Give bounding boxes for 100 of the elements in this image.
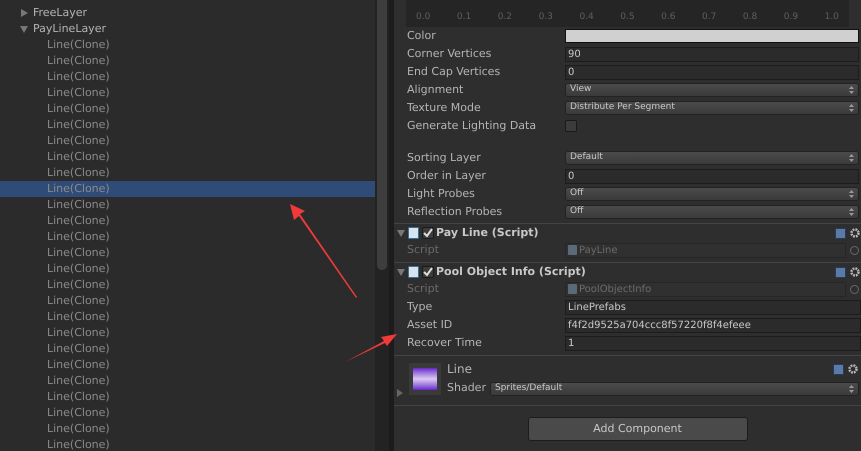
input-field[interactable]: 0: [565, 168, 859, 184]
tree-item[interactable]: Line(Clone): [0, 357, 375, 373]
input-field[interactable]: 0: [565, 64, 859, 80]
input-field[interactable]: 1: [565, 336, 861, 350]
tree-item[interactable]: Line(Clone): [0, 229, 375, 245]
axis-tick-label: 0.3: [538, 10, 553, 24]
help-icon[interactable]: [835, 228, 846, 238]
axis-tick-label: 1.0: [824, 10, 839, 24]
updown-arrow-icon: [849, 384, 854, 392]
scrollbar-thumb[interactable]: [377, 0, 387, 270]
dropdown[interactable]: View: [565, 83, 859, 97]
dropdown[interactable]: Off: [565, 187, 859, 201]
axis-tick-label: 0.8: [742, 10, 758, 24]
color-swatch[interactable]: [565, 29, 859, 43]
settings-icon[interactable]: [850, 267, 860, 277]
property-label: End Cap Vertices: [406, 64, 502, 80]
script-icon: [408, 266, 419, 278]
tree-item[interactable]: Line(Clone): [0, 245, 375, 261]
add-component-button[interactable]: Add Component: [528, 417, 748, 441]
tree-item[interactable]: Line(Clone): [0, 181, 375, 197]
material-preview: [409, 362, 441, 394]
tree-item[interactable]: Line(Clone): [0, 341, 375, 357]
tree-item[interactable]: FreeLayer: [0, 5, 375, 21]
tree-item[interactable]: Line(Clone): [0, 309, 375, 325]
axis-tick-label: 0.7: [702, 10, 716, 24]
checkbox[interactable]: [565, 120, 577, 132]
collapsed-triangle-icon[interactable]: [20, 9, 28, 17]
tree-item[interactable]: Line(Clone): [0, 213, 375, 229]
tree-item[interactable]: Line(Clone): [0, 293, 375, 309]
updown-arrow-icon: [849, 104, 854, 112]
dropdown[interactable]: Off: [565, 205, 859, 219]
dropdown[interactable]: Distribute Per Segment: [565, 101, 859, 115]
axis-tick-label: 0.0: [416, 10, 430, 24]
tree-item[interactable]: Line(Clone): [0, 101, 375, 117]
dropdown[interactable]: Default: [565, 151, 859, 165]
updown-arrow-icon: [849, 154, 854, 162]
expanded-triangle-icon[interactable]: [397, 229, 405, 237]
property-label: Corner Vertices: [406, 46, 492, 62]
property-label: Recover Time: [406, 334, 483, 351]
input-field[interactable]: 90: [565, 46, 859, 62]
script-file-icon: [568, 245, 577, 255]
object-picker-icon[interactable]: [850, 246, 859, 254]
property-label: Script: [406, 242, 440, 258]
script-file-icon: [568, 284, 577, 294]
property-label: Light Probes: [406, 186, 476, 202]
tree-item[interactable]: Line(Clone): [0, 53, 375, 69]
tree-item[interactable]: Line(Clone): [0, 197, 375, 213]
tree-item[interactable]: Line(Clone): [0, 389, 375, 405]
material-name: Line: [447, 361, 474, 378]
updown-arrow-icon: [849, 86, 854, 94]
axis-tick-label: 0.1: [456, 10, 472, 24]
property-label: Texture Mode: [406, 100, 482, 116]
updown-arrow-icon: [849, 190, 854, 198]
help-icon[interactable]: [833, 364, 844, 375]
property-label: Asset ID: [406, 316, 454, 333]
property-label: Order in Layer: [406, 168, 487, 184]
property-label: Color: [406, 28, 437, 44]
tree-item[interactable]: Line(Clone): [0, 165, 375, 181]
tree-item[interactable]: PayLineLayer: [0, 21, 375, 37]
shader-label: Shader: [447, 380, 486, 396]
component-title: Pay Line (Script): [436, 224, 540, 241]
axis-tick-label: 0.4: [579, 10, 594, 24]
property-label: Alignment: [406, 82, 464, 98]
tree-item[interactable]: Line(Clone): [0, 405, 375, 421]
tree-item[interactable]: Line(Clone): [0, 421, 375, 437]
tree-item[interactable]: Line(Clone): [0, 261, 375, 277]
enable-checkbox[interactable]: [422, 227, 434, 239]
property-label: Reflection Probes: [406, 204, 504, 220]
tree-item[interactable]: Line(Clone): [0, 37, 375, 53]
enable-checkbox[interactable]: [422, 266, 434, 278]
tree-item[interactable]: Line(Clone): [0, 277, 375, 293]
tree-item[interactable]: Line(Clone): [0, 85, 375, 101]
collapsed-triangle-icon[interactable]: [397, 389, 403, 397]
script-field: PayLine: [565, 242, 846, 258]
property-label: Script: [406, 280, 440, 297]
tree-item[interactable]: Line(Clone): [0, 437, 375, 451]
tree-item[interactable]: Line(Clone): [0, 133, 375, 149]
object-picker-icon[interactable]: [850, 284, 859, 294]
component-title: Pool Object Info (Script): [436, 264, 587, 280]
axis-tick-label: 0.5: [620, 10, 635, 24]
axis-tick-label: 0.2: [498, 10, 512, 24]
tree-item[interactable]: Line(Clone): [0, 149, 375, 165]
tree-item[interactable]: Line(Clone): [0, 373, 375, 389]
settings-icon[interactable]: [850, 228, 860, 238]
axis-tick-label: 0.9: [784, 10, 798, 24]
script-icon: [408, 227, 419, 239]
updown-arrow-icon: [849, 208, 854, 216]
property-label: Sorting Layer: [406, 150, 482, 166]
expanded-triangle-icon[interactable]: [397, 268, 405, 276]
expanded-triangle-icon[interactable]: [20, 25, 28, 33]
help-icon[interactable]: [835, 266, 846, 278]
property-label: Generate Lighting Data: [406, 118, 538, 134]
dropdown[interactable]: Sprites/Default: [490, 382, 859, 396]
axis-tick-label: 0.6: [661, 10, 676, 24]
settings-icon[interactable]: [848, 364, 858, 374]
input-field[interactable]: LinePrefabs: [565, 300, 861, 314]
tree-item[interactable]: Line(Clone): [0, 69, 375, 85]
tree-item[interactable]: Line(Clone): [0, 117, 375, 133]
tree-item[interactable]: Line(Clone): [0, 325, 375, 341]
input-field[interactable]: f4f2d9525a704ccc8f57220f8f4efeee: [565, 318, 861, 332]
